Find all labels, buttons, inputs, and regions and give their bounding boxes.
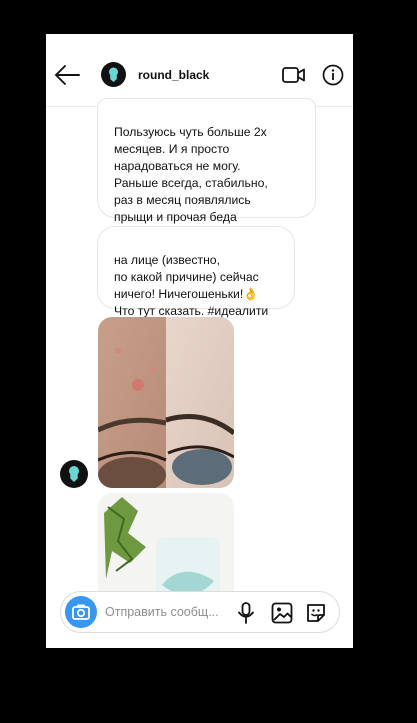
message-bubble[interactable]: на лице (известно, по какой причине) сей… — [97, 226, 295, 318]
message-text: на лице (известно, по какой причине) сей… — [114, 253, 259, 301]
info-circle-icon[interactable] — [322, 64, 344, 86]
chat-header: round_black — [46, 34, 353, 107]
avatar-logo-icon — [109, 67, 118, 82]
message-input[interactable] — [105, 602, 233, 622]
message-text: Пользуюсь чуть больше 2х месяцев. И я пр… — [114, 125, 268, 224]
video-camera-icon[interactable] — [282, 65, 306, 85]
message-composer — [60, 591, 340, 633]
sender-avatar[interactable] — [60, 460, 88, 488]
message-text-end: Что тут сказать. #идеалити — [114, 304, 269, 318]
chat-username[interactable]: round_black — [138, 68, 209, 82]
before-after-photo[interactable] — [98, 317, 234, 488]
sticker-icon[interactable] — [305, 602, 327, 624]
back-arrow-icon[interactable] — [54, 64, 80, 86]
gallery-icon[interactable] — [271, 602, 293, 624]
avatar[interactable] — [101, 62, 126, 87]
camera-button[interactable] — [65, 596, 97, 628]
message-bubble[interactable]: Пользуюсь чуть больше 2х месяцев. И я пр… — [97, 98, 316, 224]
ok-hand-emoji: 👌 — [243, 287, 259, 301]
before-after-image — [98, 317, 234, 488]
camera-icon — [72, 604, 90, 620]
direct-message-screen: round_black Пользуюсь чуть больше 2х мес… — [46, 34, 353, 648]
avatar-logo-icon — [69, 466, 79, 482]
microphone-icon[interactable] — [237, 602, 255, 624]
